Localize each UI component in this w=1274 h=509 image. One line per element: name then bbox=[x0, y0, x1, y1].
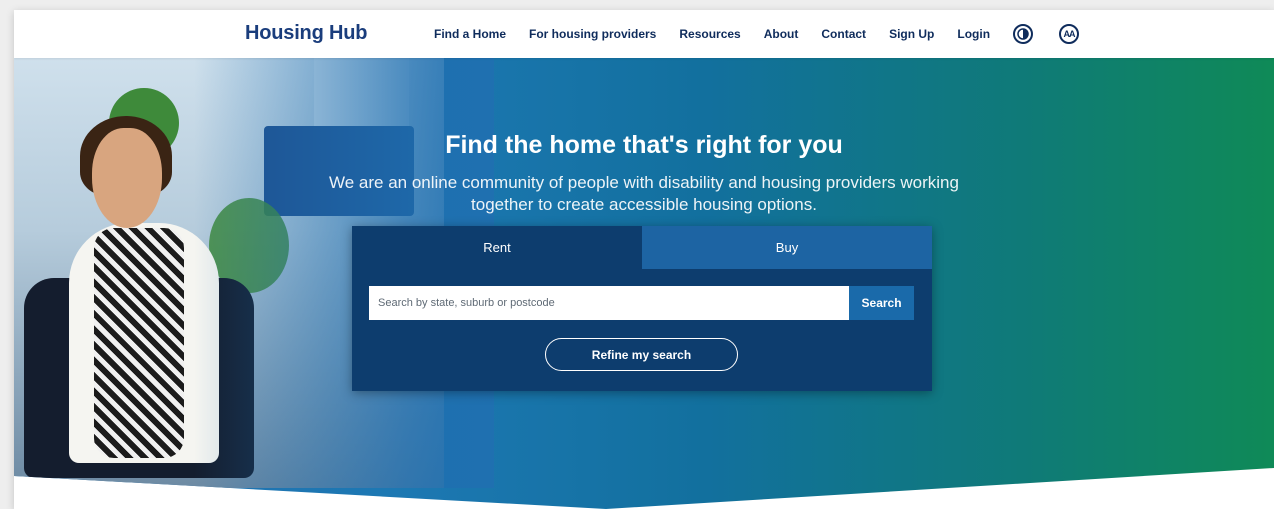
hero-title: Find the home that's right for you bbox=[445, 131, 843, 159]
nav-about[interactable]: About bbox=[764, 27, 799, 41]
text-size-glyph: AA bbox=[1063, 29, 1076, 39]
contrast-icon-glyph bbox=[1017, 28, 1029, 40]
refine-search-button[interactable]: Refine my search bbox=[545, 338, 738, 371]
tab-buy[interactable]: Buy bbox=[642, 226, 932, 269]
site-header: Housing Hub Find a Home For housing prov… bbox=[14, 10, 1274, 58]
search-card: Rent Buy Search Refine my search bbox=[352, 226, 932, 391]
nav-for-housing-providers[interactable]: For housing providers bbox=[529, 27, 656, 41]
hero-section: Find the home that's right for you We ar… bbox=[14, 58, 1274, 509]
nav-login[interactable]: Login bbox=[957, 27, 990, 41]
nav-resources[interactable]: Resources bbox=[679, 27, 740, 41]
contrast-icon[interactable] bbox=[1013, 24, 1034, 44]
photo-scarf bbox=[94, 228, 184, 458]
search-button[interactable]: Search bbox=[849, 286, 914, 320]
page-frame: Housing Hub Find a Home For housing prov… bbox=[14, 10, 1274, 509]
text-size-icon[interactable]: AA bbox=[1059, 24, 1080, 44]
search-tabs: Rent Buy bbox=[352, 226, 932, 269]
hero-subtitle: We are an online community of people wit… bbox=[329, 173, 959, 214]
nav-contact[interactable]: Contact bbox=[821, 27, 866, 41]
site-logo[interactable]: Housing Hub bbox=[245, 22, 367, 45]
nav-sign-up[interactable]: Sign Up bbox=[889, 27, 934, 41]
nav-find-a-home[interactable]: Find a Home bbox=[434, 27, 506, 41]
main-nav: Find a Home For housing providers Resour… bbox=[434, 10, 1105, 58]
search-input[interactable] bbox=[369, 286, 850, 320]
tab-rent[interactable]: Rent bbox=[352, 226, 642, 269]
search-row: Search bbox=[369, 286, 914, 320]
